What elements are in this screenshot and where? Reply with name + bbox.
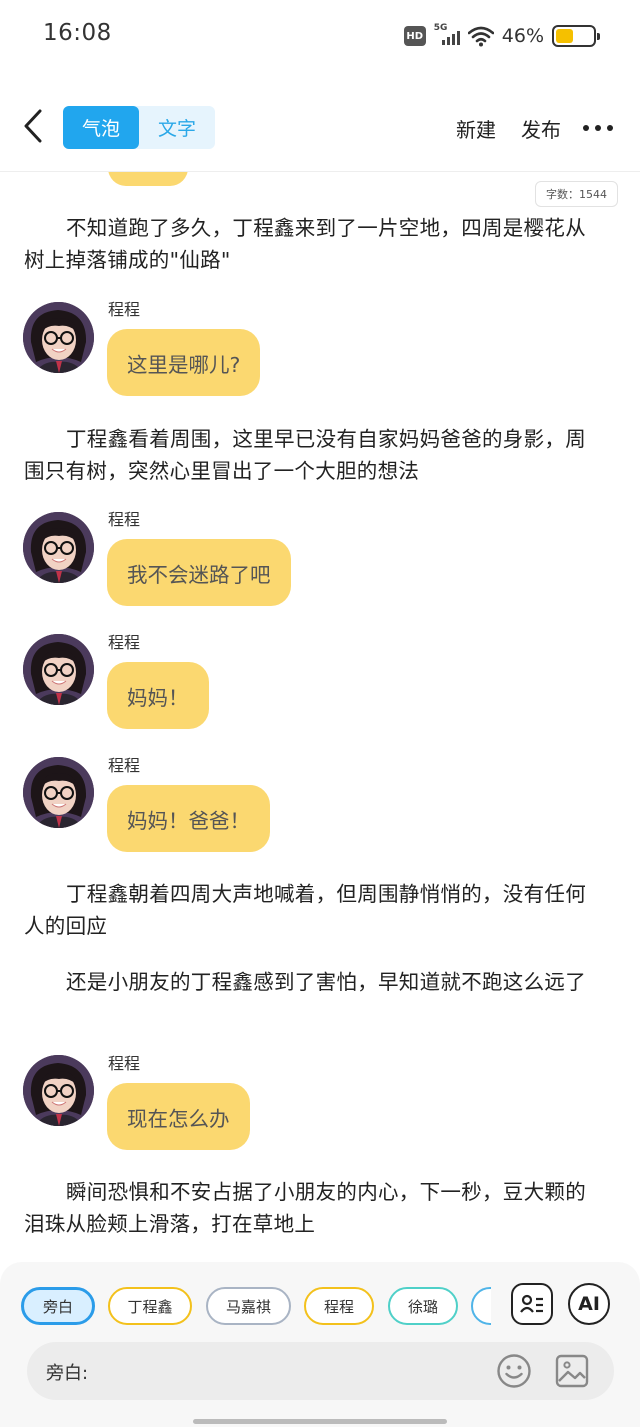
home-indicator [193, 1419, 447, 1424]
word-count-badge: 字数：1544 [535, 181, 618, 207]
character-chip[interactable] [471, 1287, 491, 1325]
narration-text[interactable]: 丁程鑫看着周围，这里早已没有自家妈妈爸爸的身影，周围只有树，突然心里冒出了一个大… [24, 423, 600, 487]
message-input[interactable] [99, 1352, 479, 1390]
nav-bar: 气泡 文字 新建 发布 [0, 94, 640, 162]
input-role-label: 旁白: [46, 1363, 89, 1384]
avatar[interactable] [23, 757, 94, 828]
status-icons: HD 5G 46% [403, 22, 600, 50]
status-bar: 16:08 HD 5G 46% [0, 0, 640, 70]
avatar[interactable] [23, 634, 94, 705]
avatar[interactable] [23, 302, 94, 373]
battery-percent: 46% [501, 25, 544, 47]
chevron-left-icon [24, 109, 42, 143]
speaker-name: 程程 [108, 1054, 141, 1073]
character-manage-button[interactable] [511, 1283, 553, 1325]
narration-text[interactable]: 不知道跑了多久，丁程鑫来到了一片空地，四周是樱花从树上掉落铺成的"仙路" [24, 212, 600, 276]
chat-bubble-partial[interactable] [108, 172, 188, 186]
composer-input-row: 旁白: [27, 1342, 614, 1400]
speaker-name: 程程 [108, 756, 141, 775]
tab-bubble[interactable]: 气泡 [63, 106, 139, 149]
emoji-button[interactable] [496, 1353, 532, 1389]
more-icon[interactable] [583, 116, 613, 140]
character-chip[interactable]: 马嘉祺 [206, 1287, 291, 1325]
composer-panel: 旁白 丁程鑫 马嘉祺 程程 徐璐 AI 旁白: [0, 1262, 640, 1427]
avatar[interactable] [23, 512, 94, 583]
speaker-name: 程程 [108, 510, 141, 529]
cellular-signal-icon: 5G [434, 23, 460, 47]
hd-badge: HD [403, 26, 426, 46]
chat-bubble[interactable]: 妈妈！爸爸！ [107, 785, 270, 852]
narration-text[interactable]: 还是小朋友的丁程鑫感到了害怕，早知道就不跑这么远了 [24, 966, 600, 998]
publish-button[interactable]: 发布 [521, 114, 561, 143]
speaker-name: 程程 [108, 300, 141, 319]
image-button[interactable] [554, 1353, 590, 1389]
character-selector[interactable]: 旁白 丁程鑫 马嘉祺 程程 徐璐 [21, 1287, 491, 1325]
image-icon [555, 1354, 589, 1388]
contact-card-icon [520, 1294, 543, 1313]
battery-level-fill [556, 29, 573, 43]
character-chip[interactable]: 徐璐 [388, 1287, 458, 1325]
chat-bubble[interactable]: 现在怎么办 [107, 1083, 250, 1150]
chat-bubble[interactable]: 我不会迷路了吧 [107, 539, 291, 606]
avatar[interactable] [23, 1055, 94, 1126]
narration-text[interactable]: 瞬间恐惧和不安占据了小朋友的内心，下一秒，豆大颗的泪珠从脸颊上滑落，打在草地上 [24, 1176, 600, 1240]
back-button[interactable] [18, 106, 48, 146]
chat-bubble[interactable]: 妈妈！ [107, 662, 209, 729]
story-content[interactable]: 字数：1544 不知道跑了多久，丁程鑫来到了一片空地，四周是樱花从树上掉落铺成的… [0, 172, 640, 1260]
ai-button[interactable]: AI [568, 1283, 610, 1325]
character-chip[interactable]: 程程 [304, 1287, 374, 1325]
new-button[interactable]: 新建 [456, 114, 496, 143]
battery-icon [552, 25, 600, 47]
emoji-icon [497, 1354, 531, 1388]
character-chip[interactable]: 丁程鑫 [108, 1287, 192, 1325]
speaker-name: 程程 [108, 633, 141, 652]
narration-text[interactable]: 丁程鑫朝着四周大声地喊着，但周围静悄悄的，没有任何人的回应 [24, 878, 600, 942]
character-chip-narrator[interactable]: 旁白 [21, 1287, 95, 1325]
status-time: 16:08 [43, 20, 112, 46]
wifi-icon [467, 26, 494, 47]
chat-bubble[interactable]: 这里是哪儿? [107, 329, 261, 396]
mode-switch: 气泡 文字 [63, 106, 215, 149]
tab-text[interactable]: 文字 [139, 106, 215, 149]
